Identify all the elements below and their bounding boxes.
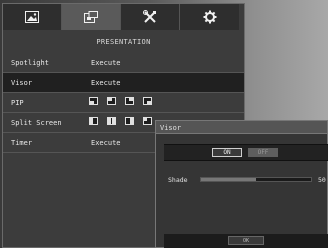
pip-top-left-icon[interactable] xyxy=(107,97,116,105)
visor-dialog: Visor ON OFF Shade 50 OK xyxy=(155,120,328,248)
off-button[interactable]: OFF xyxy=(248,148,278,157)
menu-item-label: Timer xyxy=(11,139,33,147)
on-button[interactable]: ON xyxy=(212,148,242,157)
menu-item-spotlight[interactable]: Spotlight Execute xyxy=(3,53,244,73)
pip-top-right-icon[interactable] xyxy=(125,97,134,105)
menu-tabs xyxy=(3,4,244,30)
shade-label: Shade xyxy=(168,176,188,184)
menu-item-pip[interactable]: PIP xyxy=(3,93,244,113)
dialog-title-bar: Visor xyxy=(156,121,327,134)
menu-section-title: PRESENTATION xyxy=(96,38,151,46)
ok-button[interactable]: OK xyxy=(228,236,264,245)
menu-item-label: Spotlight xyxy=(11,59,49,67)
shade-value: 50 xyxy=(318,176,326,184)
menu-item-label: PIP xyxy=(11,99,24,107)
gear-icon xyxy=(203,10,217,24)
split-layout-options xyxy=(89,117,152,125)
shade-slider[interactable] xyxy=(200,177,312,182)
pip-display-icon xyxy=(84,10,98,24)
menu-item-visor[interactable]: Visor Execute xyxy=(3,73,244,93)
split-dual-icon[interactable] xyxy=(107,117,116,125)
split-right-icon[interactable] xyxy=(125,117,134,125)
menu-item-label: Visor xyxy=(11,79,33,87)
split-left-icon[interactable] xyxy=(89,117,98,125)
pip-position-options xyxy=(89,97,152,105)
image-icon xyxy=(25,11,39,23)
menu-item-label: Split Screen xyxy=(11,119,62,127)
shade-slider-fill xyxy=(201,178,256,181)
tab-settings[interactable] xyxy=(180,4,239,30)
pip-bottom-left-icon[interactable] xyxy=(89,97,98,105)
tab-tools[interactable] xyxy=(121,4,180,30)
menu-item-value: Execute xyxy=(91,59,121,67)
visor-toggle-bar: ON OFF xyxy=(164,144,328,161)
pip-bottom-right-icon[interactable] xyxy=(143,97,152,105)
dialog-title: Visor xyxy=(160,124,182,132)
tools-icon xyxy=(143,10,157,24)
dialog-footer: OK xyxy=(164,234,328,248)
tab-picture[interactable] xyxy=(3,4,62,30)
menu-item-value: Execute xyxy=(91,139,121,147)
tab-presentation[interactable] xyxy=(62,4,121,30)
split-quad-icon[interactable] xyxy=(143,117,152,125)
menu-item-value: Execute xyxy=(91,79,121,87)
